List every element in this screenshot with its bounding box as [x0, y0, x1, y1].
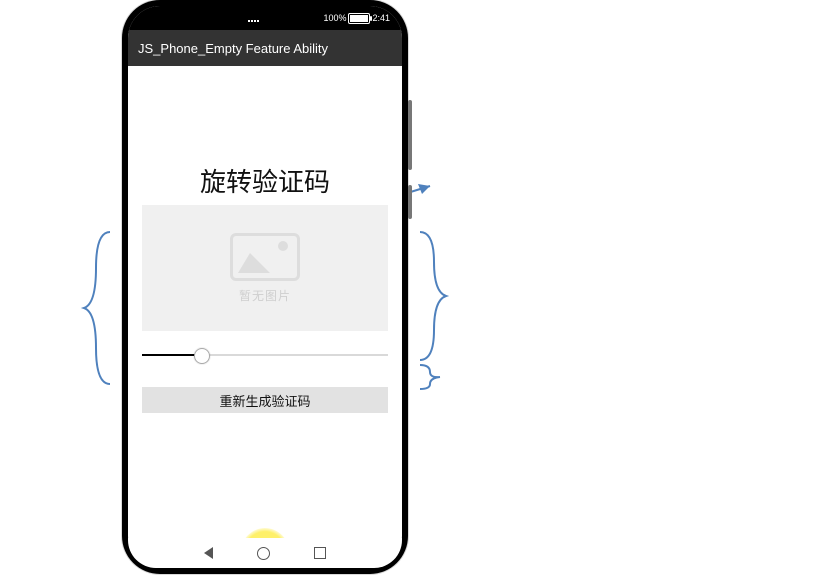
image-placeholder-icon [230, 233, 300, 281]
nav-recent-icon[interactable] [314, 547, 326, 559]
image-placeholder-label: 暂无图片 [239, 287, 291, 304]
regenerate-button-label: 重新生成验证码 [219, 391, 310, 410]
content-area: 旋转验证码 暂无图片 重新生成验证码 ↖ [128, 162, 402, 568]
battery-icon [348, 13, 370, 24]
app-title: JS_Phone_Empty Feature Ability [138, 41, 328, 56]
annotation-right-brace-bottom [416, 362, 446, 392]
battery-percent: 100% [323, 13, 346, 23]
phone-frame: 100% 2:41 JS_Phone_Empty Feature Ability… [122, 0, 408, 574]
annotation-right-brace-top [416, 228, 450, 364]
app-title-bar: JS_Phone_Empty Feature Ability [128, 30, 402, 66]
phone-screen: 100% 2:41 JS_Phone_Empty Feature Ability… [128, 6, 402, 568]
battery-indicator: 100% 2:41 [323, 13, 390, 24]
slider-thumb[interactable] [194, 348, 210, 364]
phone-notch [210, 0, 320, 20]
rotation-slider[interactable] [142, 345, 388, 365]
status-time: 2:41 [372, 13, 390, 23]
page-heading: 旋转验证码 [142, 162, 388, 199]
nav-back-icon[interactable] [204, 547, 213, 559]
nav-home-icon[interactable] [257, 547, 270, 560]
regenerate-button[interactable]: 重新生成验证码 [142, 387, 388, 413]
screenshot-stage: 100% 2:41 JS_Phone_Empty Feature Ability… [0, 0, 820, 579]
power-button [408, 185, 412, 219]
annotation-left-brace [80, 228, 118, 388]
captcha-image-box[interactable]: 暂无图片 [142, 205, 388, 331]
slider-track-fill [142, 354, 200, 356]
volume-button [408, 100, 412, 170]
system-nav-bar [128, 538, 402, 568]
